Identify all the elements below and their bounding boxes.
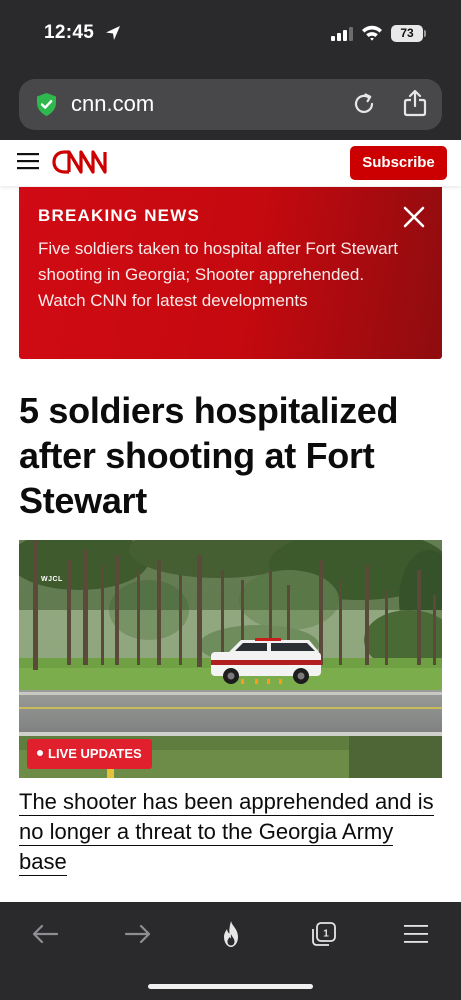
browser-toolbar: 1 (0, 902, 461, 1000)
forward-arrow-icon[interactable] (124, 922, 152, 946)
flame-icon[interactable] (218, 920, 244, 948)
shield-icon[interactable] (34, 92, 59, 117)
battery-icon: 73 (391, 25, 423, 42)
live-dot-icon (37, 750, 43, 756)
close-icon[interactable] (402, 205, 426, 229)
wifi-icon (362, 25, 382, 41)
hamburger-menu-icon[interactable] (17, 152, 39, 170)
article-link[interactable]: The shooter has been apprehended and is … (19, 787, 439, 877)
image-watermark: WJCL (41, 576, 63, 583)
breaking-news-title: BREAKING NEWS (38, 206, 200, 225)
article-link-text[interactable]: The shooter has been apprehended and is … (19, 789, 434, 876)
reload-icon[interactable] (351, 91, 377, 117)
back-arrow-icon[interactable] (31, 922, 59, 946)
battery-nub (424, 30, 426, 37)
status-time: 12:45 (44, 22, 95, 43)
location-arrow-icon (106, 26, 120, 40)
home-indicator[interactable] (148, 984, 313, 989)
share-icon[interactable] (402, 89, 428, 117)
live-updates-label: LIVE UPDATES (48, 746, 142, 761)
cell-signal-icon (331, 27, 353, 41)
article-headline[interactable]: 5 soldiers hospitalized after shooting a… (19, 388, 449, 523)
breaking-news-body[interactable]: Five soldiers taken to hospital after Fo… (38, 236, 398, 314)
article-hero-image[interactable]: WJCL LIVE UPDATES (19, 540, 442, 778)
cnn-logo[interactable] (51, 147, 107, 177)
battery-level: 73 (400, 26, 414, 40)
status-bar: 12:45 73 (0, 0, 461, 70)
browser-chrome: cnn.com (0, 70, 461, 140)
subscribe-button[interactable]: Subscribe (350, 146, 447, 180)
live-updates-badge[interactable]: LIVE UPDATES (27, 739, 152, 769)
tabs-icon[interactable]: 1 (311, 921, 337, 947)
breaking-news-banner[interactable]: BREAKING NEWS Five soldiers taken to hos… (19, 187, 442, 359)
tab-count: 1 (323, 929, 329, 940)
menu-icon[interactable] (404, 923, 428, 945)
site-header: Subscribe (0, 140, 461, 186)
address-bar[interactable]: cnn.com (19, 79, 442, 130)
url-text[interactable]: cnn.com (71, 91, 154, 117)
